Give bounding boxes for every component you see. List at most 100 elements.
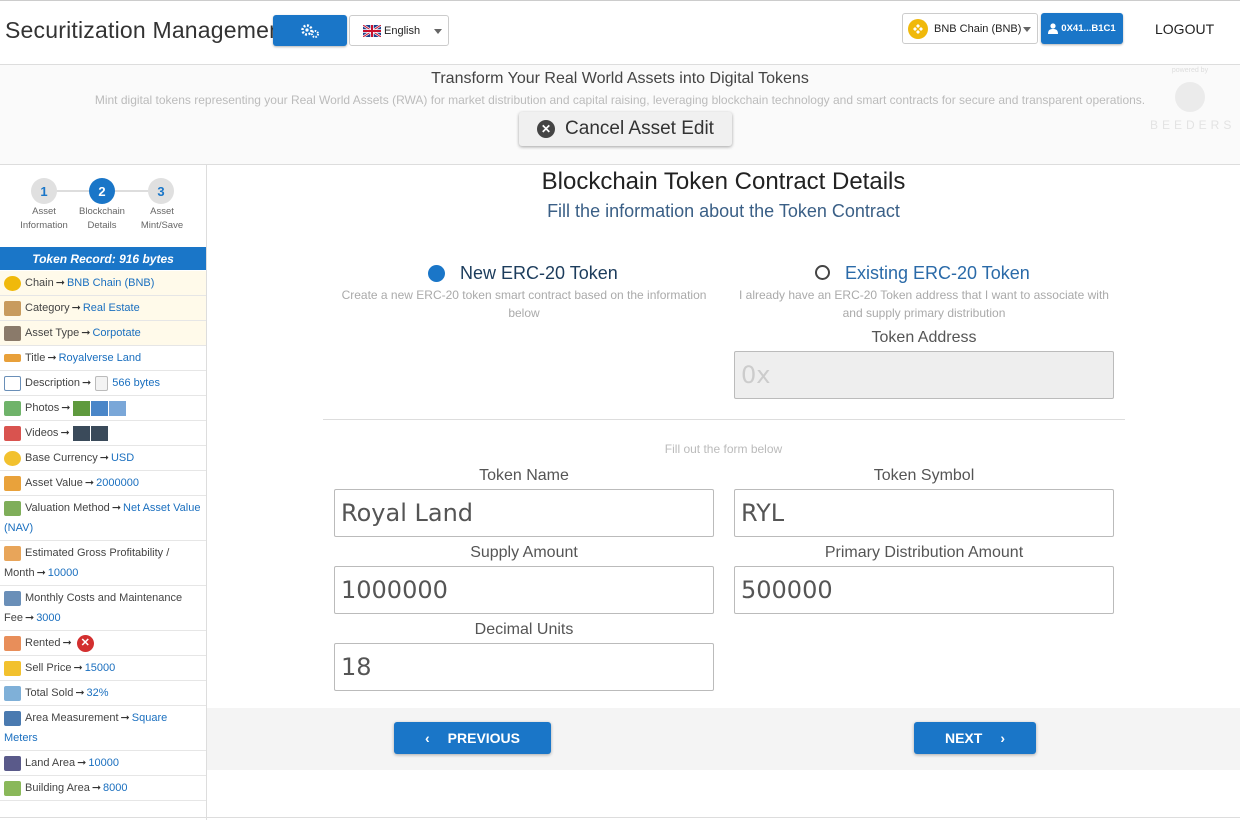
record-value: Royalverse Land <box>58 352 142 364</box>
token-name-input[interactable]: Royal Land <box>334 489 714 537</box>
new-token-label[interactable]: New ERC-20 Token <box>460 263 618 284</box>
app-title: Securitization Management <box>5 17 289 43</box>
title-sign-icon <box>4 354 21 362</box>
record-label: Videos <box>25 427 59 439</box>
building-area-icon <box>4 780 21 796</box>
intro-banner: Transform Your Real World Assets into Di… <box>0 65 1240 165</box>
record-value: Corpotate <box>92 327 141 339</box>
money-bag-icon <box>4 475 21 491</box>
step-connector <box>114 190 150 192</box>
step-1-label: Asset Information <box>20 206 68 231</box>
photo-thumbnail[interactable] <box>91 400 109 416</box>
record-label: Base Currency <box>25 452 98 464</box>
record-label: Sell Price <box>25 662 72 674</box>
list-item: Total Sold ➞ 32% <box>0 681 206 706</box>
video-thumbnail[interactable] <box>72 425 90 441</box>
record-value: 8000 <box>103 782 128 794</box>
record-label: Description <box>25 377 81 389</box>
record-label: Land Area <box>25 757 76 769</box>
token-record-list: Chain ➞ BNB Chain (BNB) Category ➞ Real Esta… <box>0 271 206 801</box>
form-footer: ‹ PREVIOUS NEXT › <box>207 708 1240 770</box>
next-button[interactable]: NEXT › <box>914 722 1036 754</box>
list-item: Monthly Costs and Maintenance Fee ➞ 3000 <box>0 586 206 631</box>
chevron-down-icon <box>1023 27 1031 32</box>
token-address-label: Token Address <box>871 329 977 346</box>
previous-button[interactable]: ‹ PREVIOUS <box>394 722 551 754</box>
new-token-radio[interactable] <box>428 265 445 282</box>
list-item: Building Area ➞ 8000 <box>0 776 206 801</box>
language-label: English <box>384 24 421 37</box>
primary-distribution-label: Primary Distribution Amount <box>824 544 1024 561</box>
new-token-description: Create a new ERC-20 token smart contract… <box>341 288 707 320</box>
list-item: Area Measurement ➞ Square Meters <box>0 706 206 751</box>
valuation-icon <box>4 500 21 516</box>
decimal-units-input[interactable]: 18 <box>334 643 714 691</box>
step-1[interactable]: 1 <box>31 178 57 204</box>
uk-flag-icon <box>363 24 381 37</box>
record-label: Category <box>25 302 70 314</box>
house-rent-icon <box>4 635 21 651</box>
record-value: 10000 <box>47 567 79 579</box>
record-label: Area Measurement <box>25 712 119 724</box>
settings-button[interactable] <box>273 15 347 46</box>
list-item: Estimated Gross Profitability / Month ➞ 10… <box>0 541 206 586</box>
chain-select[interactable]: BNB Chain (BNB) <box>902 13 1038 44</box>
cancel-label: Cancel Asset Edit <box>565 118 714 139</box>
record-value: 10000 <box>88 757 119 769</box>
wallet-button[interactable]: 0X41...B1C1 <box>1041 13 1123 44</box>
photo-thumbnail[interactable] <box>109 400 127 416</box>
price-tag-icon <box>4 660 21 676</box>
stepper: 1 Asset Information 2 Blockchain Details… <box>0 165 207 247</box>
ruler-icon <box>4 710 21 726</box>
record-label: Total Sold <box>25 687 74 699</box>
record-value: USD <box>110 452 135 464</box>
list-item: Valuation Method ➞ Net Asset Value (NAV) <box>0 496 206 541</box>
record-value: 32% <box>86 687 109 699</box>
list-item: Land Area ➞ 10000 <box>0 751 206 776</box>
record-label: Chain <box>25 277 54 289</box>
bar-chart-icon <box>4 685 21 701</box>
video-thumbnail[interactable] <box>90 425 108 441</box>
decimal-units-label: Decimal Units <box>474 621 574 638</box>
photo-thumbnail[interactable] <box>73 400 91 416</box>
page-title: Blockchain Token Contract Details <box>541 168 906 195</box>
coins-icon <box>4 450 21 466</box>
list-item: Description ➞ 566 bytes <box>0 371 206 396</box>
existing-token-radio[interactable] <box>815 265 830 280</box>
maintenance-icon <box>4 590 21 606</box>
existing-token-description: I already have an ERC-20 Token address t… <box>739 288 1109 320</box>
supply-amount-input[interactable]: 1000000 <box>334 566 714 614</box>
list-item: Category ➞ Real Estate <box>0 296 206 321</box>
land-icon <box>4 755 21 771</box>
building-icon <box>4 300 21 316</box>
step-3[interactable]: 3 <box>148 178 174 204</box>
record-value: 2000000 <box>96 477 139 489</box>
user-icon <box>1048 23 1059 34</box>
cancel-asset-edit-button[interactable]: ✕ Cancel Asset Edit <box>519 112 732 146</box>
page-subtitle: Fill the information about the Token Con… <box>547 201 900 221</box>
bank-icon <box>4 325 21 341</box>
existing-token-label[interactable]: Existing ERC-20 Token <box>845 263 1030 284</box>
record-label: Asset Value <box>25 477 83 489</box>
bnb-icon <box>908 18 928 39</box>
bnb-icon <box>4 275 21 291</box>
chevron-right-icon: › <box>1000 730 1005 746</box>
record-label: Asset Type <box>25 327 80 339</box>
step-2[interactable]: 2 <box>89 178 115 204</box>
logout-button[interactable]: LOGOUT <box>1155 21 1214 37</box>
close-circle-icon: ✕ <box>537 120 556 138</box>
top-bar: Securitization Management English BNB Ch… <box>0 0 1240 65</box>
token-symbol-label: Token Symbol <box>873 467 975 484</box>
language-select[interactable]: English <box>349 15 449 46</box>
next-label: NEXT <box>944 730 983 746</box>
record-value: Real Estate <box>82 302 140 314</box>
record-label: Rented <box>25 637 61 649</box>
photo-icon <box>4 400 21 416</box>
token-address-input[interactable]: 0x <box>734 351 1114 399</box>
beeders-logo-icon <box>1175 82 1205 112</box>
token-symbol-input[interactable]: RYL <box>734 489 1114 537</box>
list-item: Videos ➞ <box>0 421 206 446</box>
primary-distribution-input[interactable]: 500000 <box>734 566 1114 614</box>
list-item: Base Currency ➞ USD <box>0 446 206 471</box>
form-hint: Fill out the form below <box>664 442 783 456</box>
